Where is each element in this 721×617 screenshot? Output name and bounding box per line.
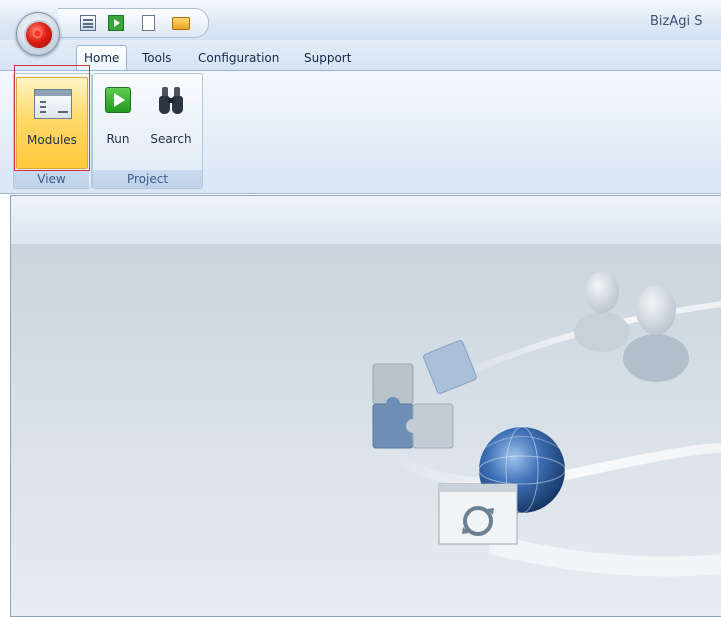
ribbon: Modules View Run Search Project: [0, 70, 721, 194]
tab-configuration[interactable]: Configuration: [192, 48, 285, 68]
play-icon: [105, 87, 131, 113]
tab-support[interactable]: Support: [298, 48, 357, 68]
binoculars-icon: [157, 85, 185, 115]
modules-button[interactable]: Modules: [16, 77, 88, 169]
run-button[interactable]: Run: [101, 77, 135, 169]
content-header-bar: [11, 196, 721, 245]
tab-tools[interactable]: Tools: [136, 48, 178, 68]
group-label-project: Project: [93, 170, 202, 188]
run-button-label: Run: [106, 132, 130, 146]
modules-icon: [34, 89, 72, 119]
modules-button-label: Modules: [27, 133, 77, 147]
tab-home[interactable]: Home: [76, 45, 128, 70]
welcome-illustration: [367, 271, 721, 577]
ribbon-tab-bar: Home Tools Configuration Support: [0, 40, 721, 70]
search-button-label: Search: [150, 132, 192, 146]
application-menu-button[interactable]: [16, 12, 60, 56]
open-folder-icon[interactable]: [172, 17, 190, 30]
quick-access-toolbar: [58, 8, 209, 38]
main-content-panel: [10, 195, 721, 617]
welcome-background: [11, 244, 721, 616]
title-bar: BizAgi S: [0, 0, 721, 41]
search-button[interactable]: Search: [145, 77, 197, 169]
modules-icon[interactable]: [80, 15, 96, 31]
users-icon: [574, 271, 689, 382]
group-label-view: View: [14, 170, 89, 188]
puzzle-icon: [372, 340, 477, 449]
run-icon[interactable]: [108, 15, 124, 31]
ribbon-group-project: Run Search Project: [92, 73, 203, 189]
new-document-icon[interactable]: [142, 15, 155, 31]
refresh-window-icon: [438, 483, 518, 545]
window-title: BizAgi S: [650, 14, 703, 29]
ribbon-group-view: Modules View: [13, 73, 92, 189]
decorative-arc: [488, 534, 721, 577]
